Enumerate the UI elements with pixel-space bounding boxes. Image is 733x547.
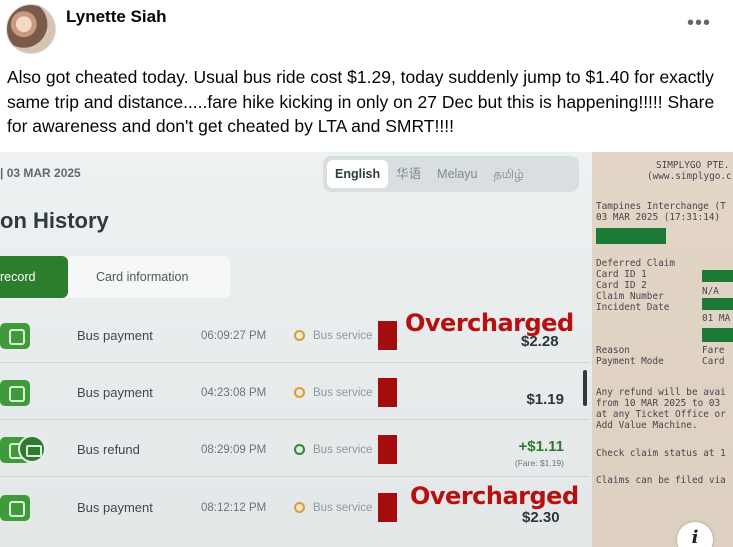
receipt-line: Claims can be filed via bbox=[596, 475, 726, 486]
redaction-block bbox=[702, 328, 733, 342]
tab-card-information: Card information bbox=[96, 270, 189, 284]
avatar[interactable] bbox=[6, 4, 56, 54]
overcharged-label: Overcharged bbox=[405, 309, 574, 337]
screen-date: | 03 MAR 2025 bbox=[0, 166, 81, 180]
receipt-line: Any refund will be avai bbox=[596, 387, 726, 398]
redaction-block bbox=[702, 298, 733, 310]
receipt-value: N/A bbox=[702, 286, 719, 297]
row-time: 04:23:08 PM bbox=[201, 387, 267, 399]
tab-record: record bbox=[0, 256, 68, 298]
row-amount: +$1.11 bbox=[518, 438, 564, 455]
row-type: Bus payment bbox=[77, 385, 153, 400]
row-type: Bus payment bbox=[77, 328, 153, 343]
receipt-line: Payment Mode bbox=[596, 356, 664, 367]
lang-chinese: 华语 bbox=[396, 167, 422, 181]
post-header: Lynette Siah ••• bbox=[0, 0, 733, 60]
scrollbar bbox=[583, 370, 587, 406]
receipt-line: Reason bbox=[596, 345, 630, 356]
status-dot-icon bbox=[294, 502, 305, 513]
row-time: 08:12:12 PM bbox=[201, 502, 267, 514]
receipt-value: Card bbox=[702, 356, 725, 367]
fare-note: (Fare: $1.19) bbox=[514, 458, 564, 468]
receipt-line: Card ID 2 bbox=[596, 280, 647, 291]
status-dot-icon bbox=[294, 330, 305, 341]
post-text: Also got cheated today. Usual bus ride c… bbox=[7, 67, 715, 136]
receipt-line: Claim Number bbox=[596, 291, 664, 302]
row-service: Bus service bbox=[313, 330, 373, 342]
receipt-line: Incident Date bbox=[596, 302, 670, 313]
redaction-block bbox=[378, 321, 397, 350]
language-selector: English 华语 Melayu தமிழ் bbox=[323, 156, 579, 192]
receipt: SIMPLYGO PTE. (www.simplygo.c Tampines I… bbox=[592, 152, 733, 547]
divider bbox=[0, 419, 590, 420]
redaction-block bbox=[596, 228, 666, 244]
row-type: Bus refund bbox=[77, 442, 140, 457]
receipt-value: Fare bbox=[702, 345, 725, 356]
lang-malay: Melayu bbox=[437, 167, 478, 181]
row-time: 06:09:27 PM bbox=[201, 330, 267, 342]
receipt-line: SIMPLYGO PTE. bbox=[656, 160, 730, 171]
transaction-row: Bus refund 08:29:09 PM Bus service +$1.1… bbox=[0, 423, 592, 477]
divider bbox=[0, 476, 590, 477]
receipt-line: at any Ticket Office or bbox=[596, 409, 726, 420]
status-dot-icon bbox=[294, 387, 305, 398]
lang-english: English bbox=[327, 160, 389, 188]
overcharged-label: Overcharged bbox=[410, 482, 579, 510]
receipt-value: 01 MA bbox=[702, 313, 731, 324]
redaction-block bbox=[378, 435, 397, 464]
receipt-line: Add Value Machine. bbox=[596, 420, 698, 431]
redaction-block bbox=[378, 378, 397, 407]
bus-icon bbox=[0, 380, 30, 406]
row-amount: $2.30 bbox=[522, 509, 560, 526]
row-time: 08:29:09 PM bbox=[201, 444, 267, 456]
redaction-block bbox=[378, 493, 397, 522]
row-service: Bus service bbox=[313, 387, 373, 399]
receipt-line: 03 MAR 2025 (17:31:14) bbox=[596, 212, 721, 223]
status-dot-icon bbox=[294, 444, 305, 455]
author-name[interactable]: Lynette Siah bbox=[66, 7, 166, 27]
screen-tabs: record Card information bbox=[0, 256, 230, 298]
receipt-line: Deferred Claim bbox=[596, 258, 676, 269]
kiosk-screen: | 03 MAR 2025 English 华语 Melayu தமிழ் on… bbox=[0, 152, 592, 547]
lang-tamil: தமிழ் bbox=[493, 167, 524, 181]
receipt-line: from 10 MAR 2025 to 03 bbox=[596, 398, 721, 409]
row-amount: $1.19 bbox=[526, 391, 564, 408]
row-type: Bus payment bbox=[77, 500, 153, 515]
refund-icon bbox=[18, 435, 46, 463]
receipt-line: Card ID 1 bbox=[596, 269, 647, 280]
redaction-block bbox=[702, 270, 733, 282]
receipt-line: (www.simplygo.c bbox=[647, 171, 732, 182]
bus-icon bbox=[0, 495, 30, 521]
divider bbox=[0, 362, 590, 363]
receipt-line: Check claim status at 1 bbox=[596, 448, 726, 459]
post-photo[interactable]: | 03 MAR 2025 English 华语 Melayu தமிழ் on… bbox=[0, 152, 733, 547]
bus-icon bbox=[0, 323, 30, 349]
screen-title: on History bbox=[0, 208, 109, 233]
row-service: Bus service bbox=[313, 502, 373, 514]
receipt-line: Tampines Interchange (T bbox=[596, 201, 726, 212]
transaction-row: Bus payment 04:23:08 PM Bus service $1.1… bbox=[0, 366, 592, 420]
more-options-icon[interactable]: ••• bbox=[685, 12, 713, 40]
row-service: Bus service bbox=[313, 444, 373, 456]
